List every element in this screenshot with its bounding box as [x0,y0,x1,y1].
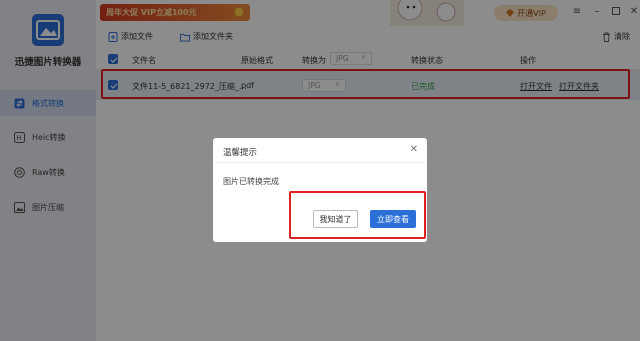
dialog-message: 图片已转换完成 [223,177,279,186]
dialog-divider [213,162,427,163]
dialog-title: 温馨提示 [223,148,258,158]
buttons-highlight-annotation [289,191,426,239]
dialog-close-icon[interactable]: ✕ [410,144,418,155]
